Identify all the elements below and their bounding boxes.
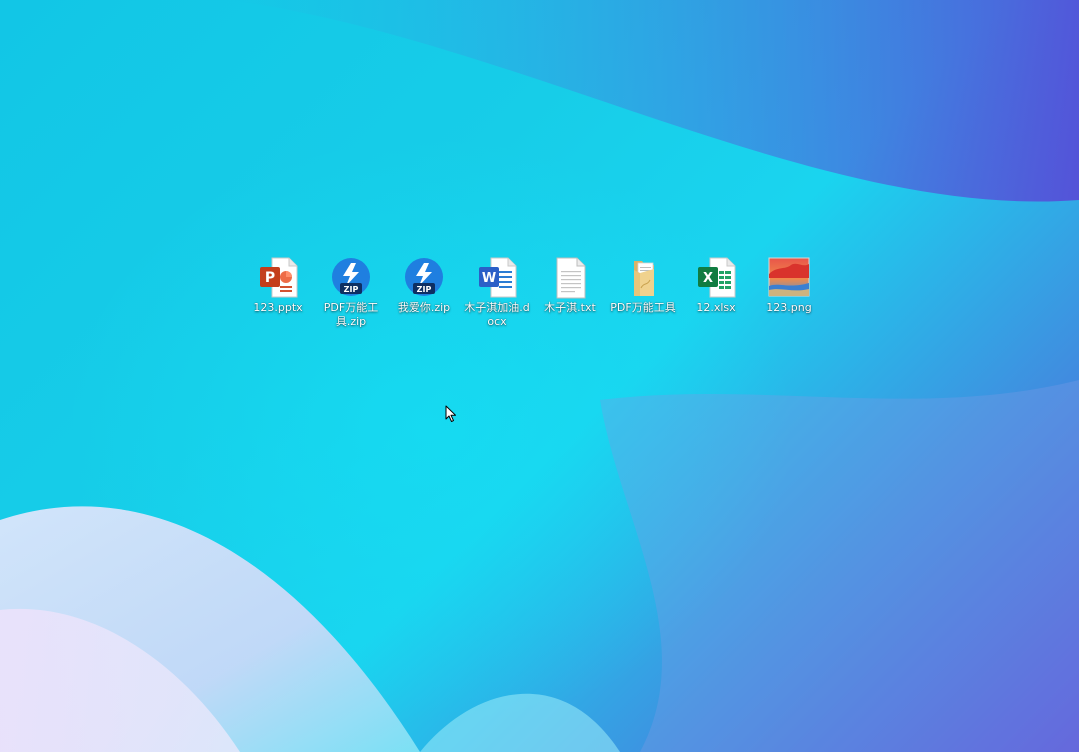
desktop-icon-xlsx[interactable]: X 12.xlsx	[681, 256, 751, 342]
folder-icon	[634, 261, 654, 296]
desktop-icon-zip[interactable]: ZIP PDF万能工具.zip	[316, 256, 386, 342]
desktop-background[interactable]: P 123.pptx ZIP PDF万能工具.zip ZIP 我爱你.zip W…	[0, 0, 1079, 752]
desktop-icon-row: P 123.pptx ZIP PDF万能工具.zip ZIP 我爱你.zip W…	[243, 256, 823, 346]
ppt-letter: P	[265, 270, 275, 286]
text-file-icon	[556, 257, 586, 299]
powerpoint-file-icon: P	[260, 257, 298, 298]
zip-badge: ZIP	[344, 285, 359, 294]
desktop-icon-label: PDF万能工具.zip	[323, 301, 379, 328]
zip-archive-icon: ZIP	[332, 258, 370, 296]
desktop-icon-label: 木子淇加油.docx	[464, 301, 530, 328]
wallpaper-swoosh	[0, 0, 1079, 752]
desktop-icon-label: 我爱你.zip	[397, 301, 451, 314]
desktop-icon-pptx[interactable]: P 123.pptx	[243, 256, 313, 342]
image-file-icon	[768, 257, 810, 297]
word-letter: W	[482, 271, 496, 286]
mouse-pointer-icon	[445, 405, 456, 422]
desktop-icon-txt[interactable]: 木子淇.txt	[535, 256, 605, 342]
zip-badge: ZIP	[417, 285, 432, 294]
word-document-icon: W	[479, 257, 517, 298]
desktop-icon-zip[interactable]: ZIP 我爱你.zip	[389, 256, 459, 342]
desktop-icon-label: 12.xlsx	[696, 301, 736, 314]
excel-file-icon: X	[698, 257, 736, 298]
desktop-icon-label: 木子淇.txt	[544, 301, 596, 314]
zip-archive-icon: ZIP	[405, 258, 443, 296]
desktop-icon-folder[interactable]: PDF万能工具	[608, 256, 678, 342]
desktop-icon-docx[interactable]: W 木子淇加油.docx	[462, 256, 532, 342]
desktop-icon-label: 123.pptx	[253, 301, 303, 314]
excel-letter: X	[703, 271, 713, 286]
desktop-icon-png[interactable]: 123.png	[754, 256, 824, 342]
desktop-icon-label: 123.png	[766, 301, 812, 314]
desktop-icon-label: PDF万能工具	[610, 301, 676, 314]
